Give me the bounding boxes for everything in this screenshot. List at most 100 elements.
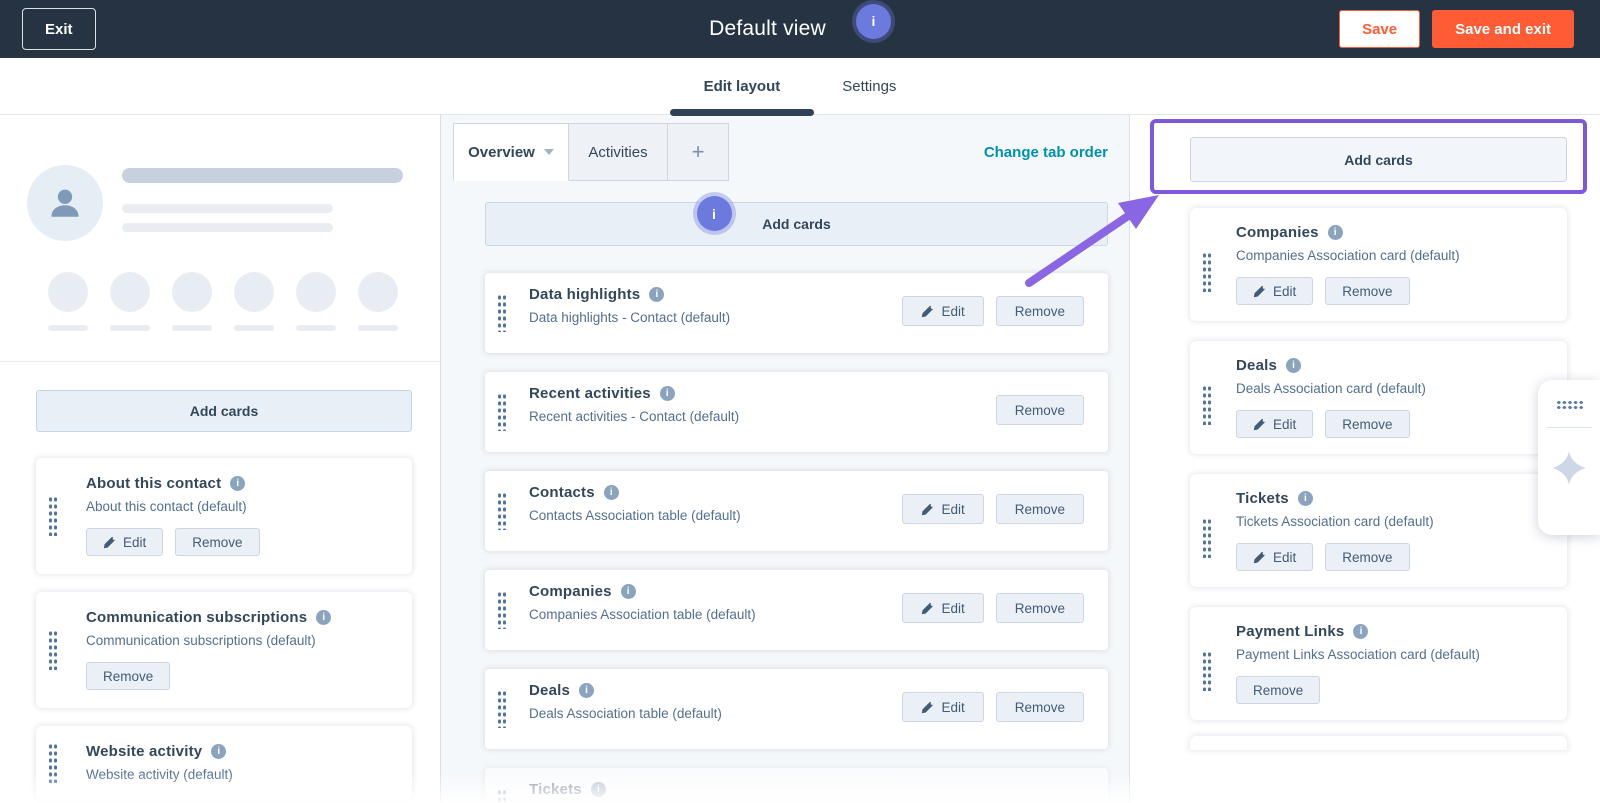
floating-assistant-widget: [1538, 380, 1600, 535]
add-cards-button-left[interactable]: Add cards: [36, 390, 412, 432]
info-icon[interactable]: [579, 683, 595, 698]
card-subtitle: About this contact (default): [86, 499, 247, 514]
card-title: Communication subscriptions: [86, 609, 308, 626]
info-icon[interactable]: [211, 744, 227, 759]
left-sidebar-column: Add cards About this contact About this …: [0, 115, 441, 803]
drag-handle-icon[interactable]: [1202, 385, 1212, 425]
info-beacon-icon[interactable]: i: [855, 3, 891, 39]
tab-settings[interactable]: Settings: [842, 58, 896, 115]
info-icon[interactable]: [649, 287, 665, 302]
remove-button[interactable]: Remove: [1325, 543, 1410, 571]
drag-handle-icon[interactable]: [497, 492, 507, 530]
info-icon[interactable]: [1297, 491, 1313, 506]
card-subtitle: Contacts Association table (default): [529, 508, 741, 523]
remove-button[interactable]: Remove: [995, 395, 1084, 425]
center-column: Overview Activities + Change tab order i…: [441, 115, 1130, 803]
info-icon[interactable]: [603, 485, 619, 500]
info-icon[interactable]: [659, 386, 675, 401]
card-data-highlights: Data highlights Data highlights - Contac…: [485, 273, 1108, 353]
pencil-icon: [922, 602, 934, 614]
info-icon[interactable]: [1353, 624, 1369, 639]
card-subtitle: Tickets Association card (default): [1236, 514, 1434, 529]
drag-handle-icon[interactable]: [48, 630, 58, 670]
remove-button[interactable]: Remove: [1236, 676, 1321, 704]
remove-button[interactable]: Remove: [1325, 277, 1410, 305]
info-icon[interactable]: [1286, 358, 1302, 373]
card-title: Companies: [1236, 224, 1319, 241]
drag-handle-icon[interactable]: [497, 690, 507, 728]
main-area: Add cards About this contact About this …: [0, 115, 1600, 803]
record-tab-overview[interactable]: Overview: [453, 123, 569, 181]
card-subtitle: Data highlights - Contact (default): [529, 310, 731, 325]
card-subtitle: Payment Links Association card (default): [1236, 647, 1480, 662]
record-tab-activities[interactable]: Activities: [569, 123, 668, 181]
edit-button[interactable]: Edit: [902, 494, 984, 524]
info-beacon-icon[interactable]: i: [696, 196, 732, 231]
tab-edit-layout[interactable]: Edit layout: [669, 58, 814, 116]
edit-button[interactable]: Edit: [1236, 277, 1314, 305]
remove-button[interactable]: Remove: [175, 528, 260, 556]
drag-handle-icon[interactable]: [48, 743, 58, 783]
remove-button[interactable]: Remove: [995, 296, 1084, 326]
remove-button[interactable]: Remove: [86, 662, 171, 690]
edit-button[interactable]: Edit: [86, 528, 164, 556]
drag-handle-icon[interactable]: [497, 294, 507, 332]
drag-handle-icon[interactable]: [497, 789, 507, 803]
card-subtitle: Communication subscriptions (default): [86, 633, 316, 648]
right-sidebar-column: Add cards Companies Companies Associatio…: [1130, 115, 1600, 803]
drag-handle-icon[interactable]: [48, 496, 58, 536]
divider: [1546, 427, 1592, 428]
remove-button[interactable]: Remove: [995, 494, 1084, 524]
drag-handle-icon[interactable]: [1202, 651, 1212, 691]
card-contacts: Contacts Contacts Association table (def…: [485, 471, 1108, 551]
drag-handle-icon[interactable]: [1202, 252, 1212, 292]
card-subtitle: Companies Association card (default): [1236, 248, 1460, 263]
exit-button[interactable]: Exit: [22, 8, 96, 50]
placeholder-bar: [122, 223, 333, 232]
placeholder-bar: [122, 168, 403, 183]
pencil-icon: [1253, 551, 1266, 563]
card-tickets-table: Tickets: [485, 768, 1108, 803]
edit-button[interactable]: Edit: [1236, 410, 1314, 438]
sparkle-ai-icon[interactable]: [1551, 450, 1587, 486]
card-partial: [1190, 736, 1567, 750]
save-and-exit-button[interactable]: Save and exit: [1432, 10, 1574, 48]
card-subtitle: Website activity (default): [86, 767, 233, 782]
change-tab-order-link[interactable]: Change tab order: [984, 144, 1108, 161]
info-icon[interactable]: [230, 476, 246, 491]
drag-handle-icon[interactable]: [497, 591, 507, 629]
card-title: Data highlights: [529, 286, 641, 303]
remove-button[interactable]: Remove: [1325, 410, 1410, 438]
add-cards-button-center[interactable]: i Add cards: [485, 196, 1108, 246]
editor-nav: Edit layout Settings: [0, 58, 1600, 116]
add-cards-button-right[interactable]: Add cards: [1190, 137, 1567, 182]
grid-drag-handle-icon[interactable]: [1555, 400, 1583, 410]
info-icon[interactable]: [620, 584, 636, 599]
card-companies-assoc: Companies Companies Association card (de…: [1190, 208, 1567, 321]
edit-button[interactable]: Edit: [902, 296, 984, 326]
remove-button[interactable]: Remove: [995, 692, 1084, 722]
chevron-down-icon: [543, 149, 554, 155]
profile-preview: [0, 115, 440, 362]
pencil-icon: [1253, 418, 1266, 430]
drag-handle-icon[interactable]: [1202, 518, 1212, 558]
edit-button[interactable]: Edit: [902, 593, 984, 623]
record-tab-label: Overview: [468, 143, 535, 161]
info-icon[interactable]: [1327, 225, 1343, 240]
info-icon[interactable]: [590, 782, 606, 797]
add-tab-button[interactable]: +: [668, 123, 729, 181]
card-title: Recent activities: [529, 385, 651, 402]
save-button[interactable]: Save: [1339, 10, 1421, 48]
card-title: Deals: [529, 682, 571, 699]
avatar: [27, 165, 103, 241]
drag-handle-icon[interactable]: [497, 393, 507, 431]
edit-button[interactable]: Edit: [1236, 543, 1314, 571]
plus-icon: +: [691, 139, 705, 164]
card-about-this-contact: About this contact About this contact (d…: [36, 458, 412, 574]
edit-button[interactable]: Edit: [902, 692, 984, 722]
remove-button[interactable]: Remove: [995, 593, 1084, 623]
card-recent-activities: Recent activities Recent activities - Co…: [485, 372, 1108, 452]
right-cards-list: Companies Companies Association card (de…: [1190, 208, 1567, 750]
card-payment-links-assoc: Payment Links Payment Links Association …: [1190, 607, 1567, 720]
info-icon[interactable]: [316, 610, 332, 625]
